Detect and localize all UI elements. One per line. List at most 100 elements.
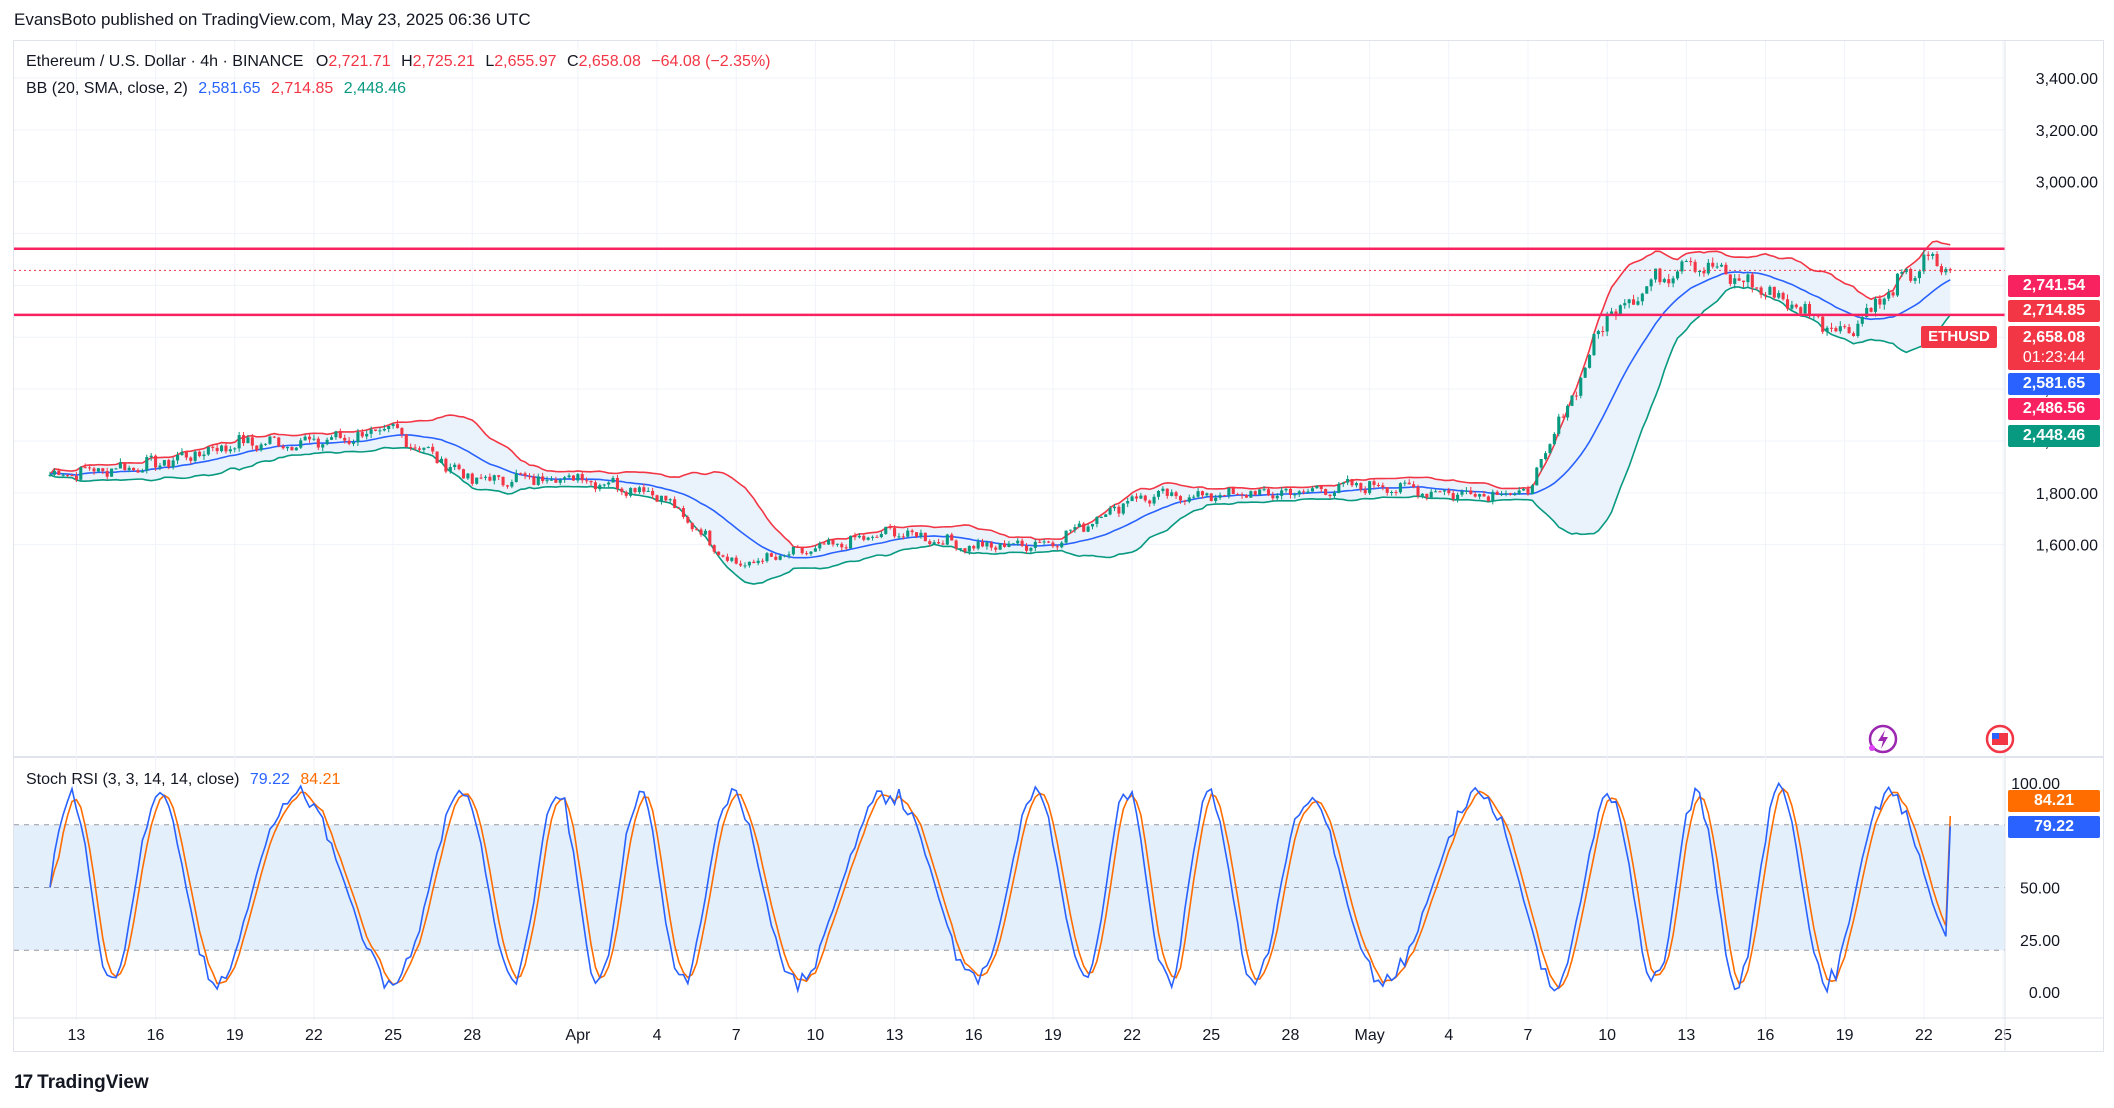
candle-body xyxy=(1227,487,1231,496)
candle-body xyxy=(114,468,118,470)
candle-body xyxy=(655,495,659,502)
candle-body xyxy=(387,425,391,429)
candle-body xyxy=(1363,489,1367,494)
price-tick-label: 3,400.00 xyxy=(2036,71,2098,88)
candle-body xyxy=(1539,459,1543,468)
candle-body xyxy=(1200,491,1205,496)
candle-body xyxy=(941,543,945,545)
candle-body xyxy=(1390,492,1394,494)
candle-body xyxy=(351,442,356,444)
price-legend: Ethereum / U.S. Dollar · 4h · BINANCE O2… xyxy=(26,53,771,71)
calendar-flag-icon[interactable] xyxy=(1983,722,2015,754)
chart-canvas[interactable]: 13 16 19 22 25 28 Apr 4 7 10 13 16 19 22 25 28 May 4 7 10 13… xyxy=(0,0,2114,1108)
symbol-title[interactable]: Ethereum / U.S. Dollar · 4h · BINANCE xyxy=(26,53,303,70)
candle-body xyxy=(629,488,633,496)
bb-legend[interactable]: BB (20, SMA, close, 2) 2,581.65 2,714.85… xyxy=(26,80,406,98)
brand-name: TradingView xyxy=(37,1072,149,1093)
candle-body xyxy=(681,508,685,517)
candle-body xyxy=(316,438,320,448)
candle-body xyxy=(1130,496,1134,502)
candle-body xyxy=(1869,307,1873,312)
candle-body xyxy=(1790,304,1794,309)
candle-body xyxy=(567,475,571,478)
candle-body xyxy=(461,469,466,479)
candle-body xyxy=(1486,496,1490,502)
candle-body xyxy=(1244,495,1248,498)
candle-body xyxy=(1183,500,1187,502)
candle-body xyxy=(1284,488,1288,491)
candle-body xyxy=(835,543,839,545)
last-price-tag: 2,658.08 01:23:44 xyxy=(2008,326,2100,370)
candle-body xyxy=(585,480,589,482)
candle-body xyxy=(752,561,756,564)
candle-body xyxy=(1398,483,1402,493)
candle-body xyxy=(959,548,963,550)
time-tick-label: 7 xyxy=(1524,1027,1533,1044)
stoch-k-tag: 79.22 xyxy=(2008,816,2100,838)
candle-body xyxy=(1258,489,1262,495)
bb-lower-tag: 2,448.46 xyxy=(2008,425,2100,447)
candle-body xyxy=(1464,490,1468,492)
candle-body xyxy=(1407,482,1411,485)
time-tick-label: May xyxy=(1355,1027,1385,1044)
tradingview-logo[interactable]: 17 TradingView xyxy=(14,1072,149,1094)
candle-body xyxy=(492,475,496,481)
candle-body xyxy=(1346,478,1350,483)
candle-body xyxy=(857,535,861,538)
candle-body xyxy=(52,470,56,475)
time-tick-label: 25 xyxy=(1202,1027,1220,1044)
bb-band-fill xyxy=(50,241,1951,585)
candle-body xyxy=(699,529,703,535)
candle-body xyxy=(1561,416,1565,418)
candle-body xyxy=(910,530,914,533)
candle-body xyxy=(1460,491,1464,495)
candle-body xyxy=(79,467,83,480)
candle-body xyxy=(246,437,250,444)
candle-body xyxy=(1007,543,1011,547)
candle-body xyxy=(162,460,166,466)
candle-body xyxy=(1847,327,1851,334)
candle-body xyxy=(167,460,171,468)
candle-body xyxy=(1711,262,1715,267)
low-label: L xyxy=(485,53,495,70)
candle-body xyxy=(1218,495,1222,498)
candle-body xyxy=(1526,488,1530,495)
candle-body xyxy=(624,492,628,496)
candle-body xyxy=(809,551,813,554)
candle-body xyxy=(140,470,144,473)
candle-body xyxy=(730,557,734,561)
candle-body xyxy=(1530,485,1534,495)
candle-body xyxy=(444,458,448,472)
candle-body xyxy=(1262,489,1266,491)
candle-body xyxy=(202,454,206,457)
candle-body xyxy=(598,485,602,490)
candle-body xyxy=(761,560,765,562)
candle-body xyxy=(967,545,971,552)
candle-body xyxy=(1821,316,1825,332)
candle-body xyxy=(1442,490,1446,492)
candle-body xyxy=(1724,264,1728,275)
time-tick-label: 10 xyxy=(1598,1027,1616,1044)
candle-body xyxy=(989,542,993,548)
stoch-legend[interactable]: Stoch RSI (3, 3, 14, 14, close) 79.22 84… xyxy=(26,771,340,789)
candle-body xyxy=(136,470,140,473)
candle-body xyxy=(1451,493,1455,500)
candle-body xyxy=(211,446,215,448)
candle-body xyxy=(576,474,580,481)
candle-body xyxy=(554,479,558,483)
candle-body xyxy=(431,446,435,452)
tv-logo-icon: 17 xyxy=(14,1072,33,1093)
candle-body xyxy=(875,536,879,538)
candle-body xyxy=(404,434,408,447)
candle-body xyxy=(1803,303,1807,314)
candle-body xyxy=(510,482,514,487)
candle-body xyxy=(1187,497,1191,502)
candle-body xyxy=(1302,491,1306,493)
lightning-icon[interactable] xyxy=(1866,722,1898,754)
candle-body xyxy=(259,444,263,451)
time-tick-label: 28 xyxy=(1282,1027,1300,1044)
candle-body xyxy=(215,447,219,452)
candle-body xyxy=(391,424,395,426)
candle-body xyxy=(1002,543,1007,547)
candle-body xyxy=(783,555,787,557)
